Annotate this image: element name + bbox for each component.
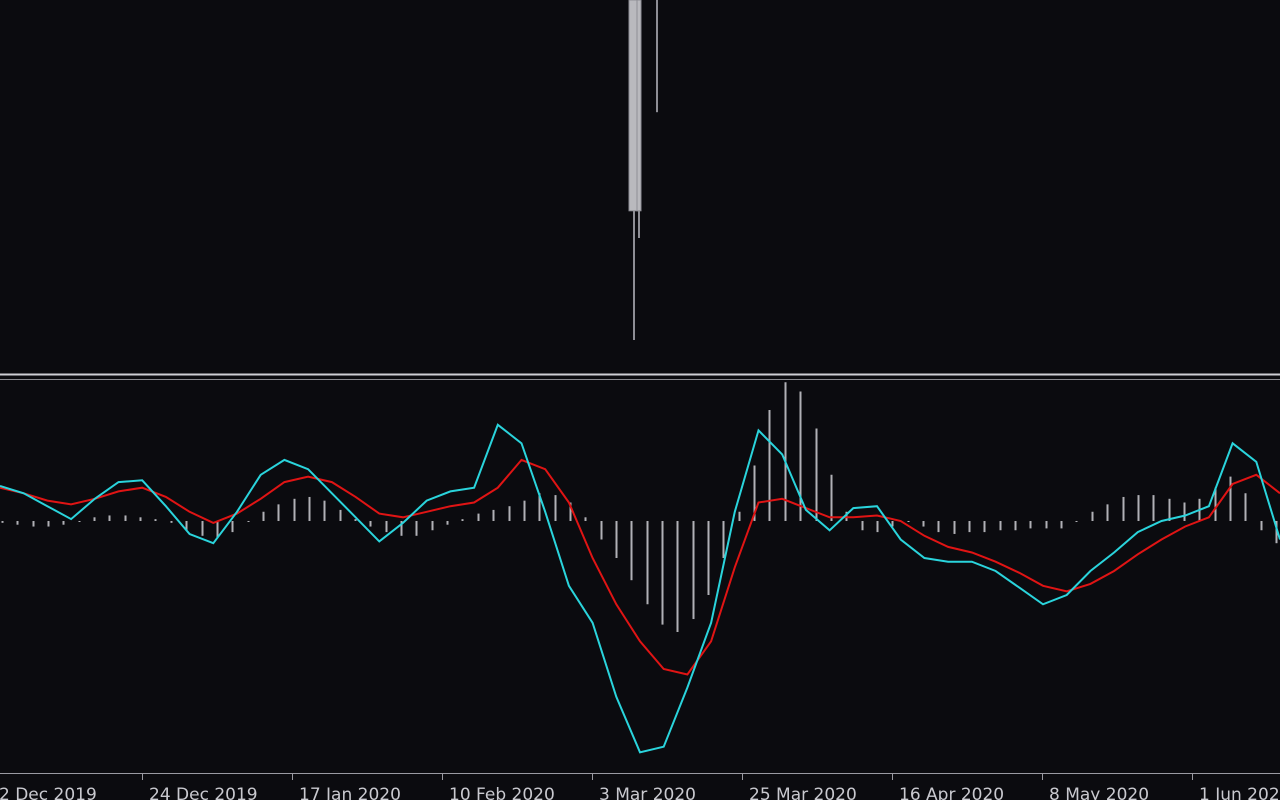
- time-tick-label: 1 Jun 2020: [1199, 785, 1280, 800]
- time-tick-label: 17 Jan 2020: [299, 785, 401, 800]
- time-tick-label: 3 Mar 2020: [599, 785, 696, 800]
- candle-body: [636, 0, 642, 212]
- time-tick-label: 24 Dec 2019: [149, 785, 258, 800]
- time-tick-label: 2 Dec 2019: [0, 785, 97, 800]
- chart-canvas: 2 Dec 2019 24 Dec 2019 17 Jan 2020 10 Feb 2…: [0, 0, 1280, 800]
- time-tick-label: 8 May 2020: [1049, 785, 1149, 800]
- time-tick-label: 16 Apr 2020: [899, 785, 1004, 800]
- time-tick-label: 10 Feb 2020: [449, 785, 555, 800]
- time-tick-label: 25 Mar 2020: [749, 785, 857, 800]
